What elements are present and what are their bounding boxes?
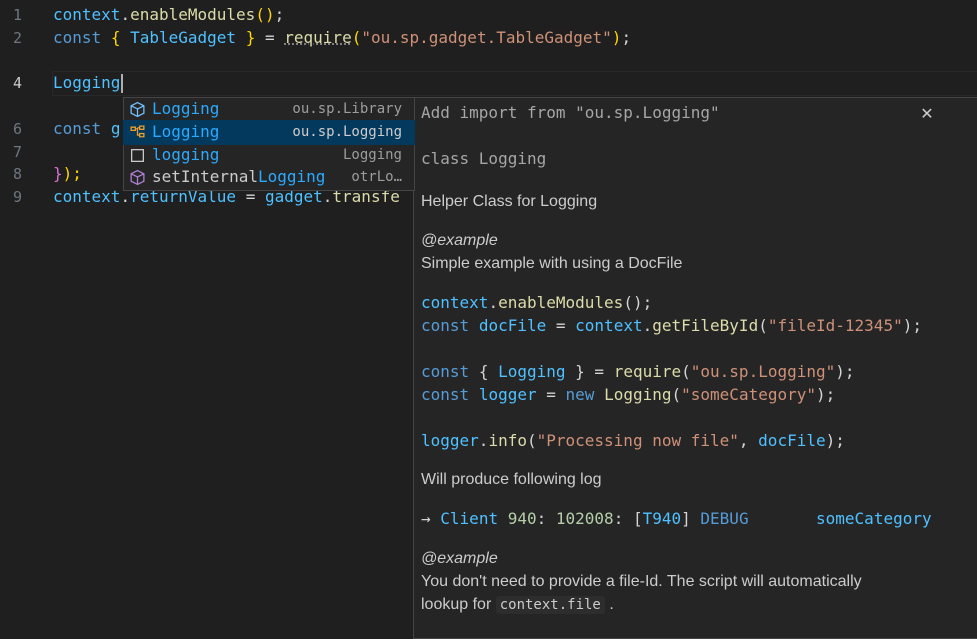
close-icon[interactable]: ✕	[919, 106, 935, 122]
log-line: → Client 940: 102008: [T940] DEBUG someC…	[421, 509, 932, 528]
variable-icon	[131, 148, 144, 162]
suggest-label: Logging	[152, 99, 220, 118]
module-icon	[130, 101, 145, 118]
suggest-label: setInternalLogging	[152, 167, 326, 187]
code-line[interactable]: const { TableGadget } = require("ou.sp.g…	[53, 27, 977, 50]
code-token: TableGadget	[130, 27, 237, 47]
example-code: context.enableModules(); const docFile =…	[421, 293, 922, 450]
example2-tag: @example	[421, 550, 498, 567]
code-token: "ou.sp.gadget.TableGadget"	[361, 27, 612, 47]
suggest-detail: otrLo…	[351, 169, 402, 186]
example2-description-cont: lookup for context.file .	[421, 596, 614, 614]
suggest-item-selected[interactable]: Logging ou.sp.Logging	[123, 119, 415, 145]
line-number: 6	[12, 119, 22, 138]
suggest-item[interactable]: logging Logging	[124, 144, 414, 167]
code-token: {	[110, 27, 121, 47]
code-token: ()	[255, 5, 275, 24]
text-cursor	[121, 74, 124, 94]
code-token: =	[264, 27, 275, 47]
code-token: )	[611, 27, 622, 47]
suggest-item[interactable]: Logging ou.sp.Library	[124, 98, 414, 121]
suggest-detail: ou.sp.Library	[292, 101, 402, 117]
class-icon	[130, 125, 145, 138]
log-intro: Will produce following log	[421, 471, 602, 488]
code-token: g	[110, 118, 121, 138]
line-number: 7	[12, 142, 22, 161]
suggest-label: logging	[152, 144, 220, 164]
method-icon	[130, 170, 145, 186]
code-token: require	[284, 27, 352, 47]
suggest-detail: ou.sp.Logging	[292, 123, 402, 140]
code-token: (	[351, 27, 362, 47]
code-token: const	[53, 27, 102, 47]
line-number: 4	[12, 74, 22, 93]
code-line-current[interactable]: Logging	[52, 71, 977, 96]
code-token: ;	[621, 27, 632, 47]
details-header: Add import from "ou.sp.Logging"	[421, 103, 720, 122]
example-description: Simple example with using a DocFile	[421, 255, 683, 272]
line-number: 8	[12, 165, 22, 184]
line-number: 2	[12, 28, 22, 47]
code-token: );	[62, 164, 82, 184]
line-number-gutter: 1 2 0 4 0 6 7 8 9	[0, 4, 40, 209]
code-token: context	[53, 5, 121, 24]
code-token: enableModules	[130, 5, 256, 24]
suggest-detail: Logging	[342, 146, 402, 163]
details-signature: class Logging	[421, 149, 547, 168]
code-line[interactable]: context.enableModules();	[53, 4, 977, 27]
inline-code: context.file	[495, 596, 605, 614]
suggest-label: Logging	[152, 121, 220, 141]
suggest-widget[interactable]: Logging ou.sp.Library Logging ou.sp.Logg…	[123, 97, 415, 191]
code-token: }	[245, 27, 256, 47]
code-token: Logging	[53, 73, 121, 93]
code-token: context	[53, 187, 121, 206]
code-token: }	[53, 164, 63, 184]
suggest-item[interactable]: setInternalLogging otrLo…	[124, 166, 414, 189]
line-number: 9	[12, 188, 22, 206]
details-description: Helper Class for Logging	[421, 193, 598, 210]
suggest-details-pane[interactable]: ✕ Add import from "ou.sp.Logging" class …	[413, 97, 977, 639]
line-number: 1	[12, 6, 22, 24]
code-token: const	[53, 118, 102, 138]
code-token: .	[120, 5, 131, 24]
code-line[interactable]	[53, 50, 977, 73]
example2-description: You don't need to provide a file-Id. The…	[421, 573, 862, 590]
code-token: ;	[274, 5, 285, 24]
example-tag: @example	[421, 232, 498, 249]
